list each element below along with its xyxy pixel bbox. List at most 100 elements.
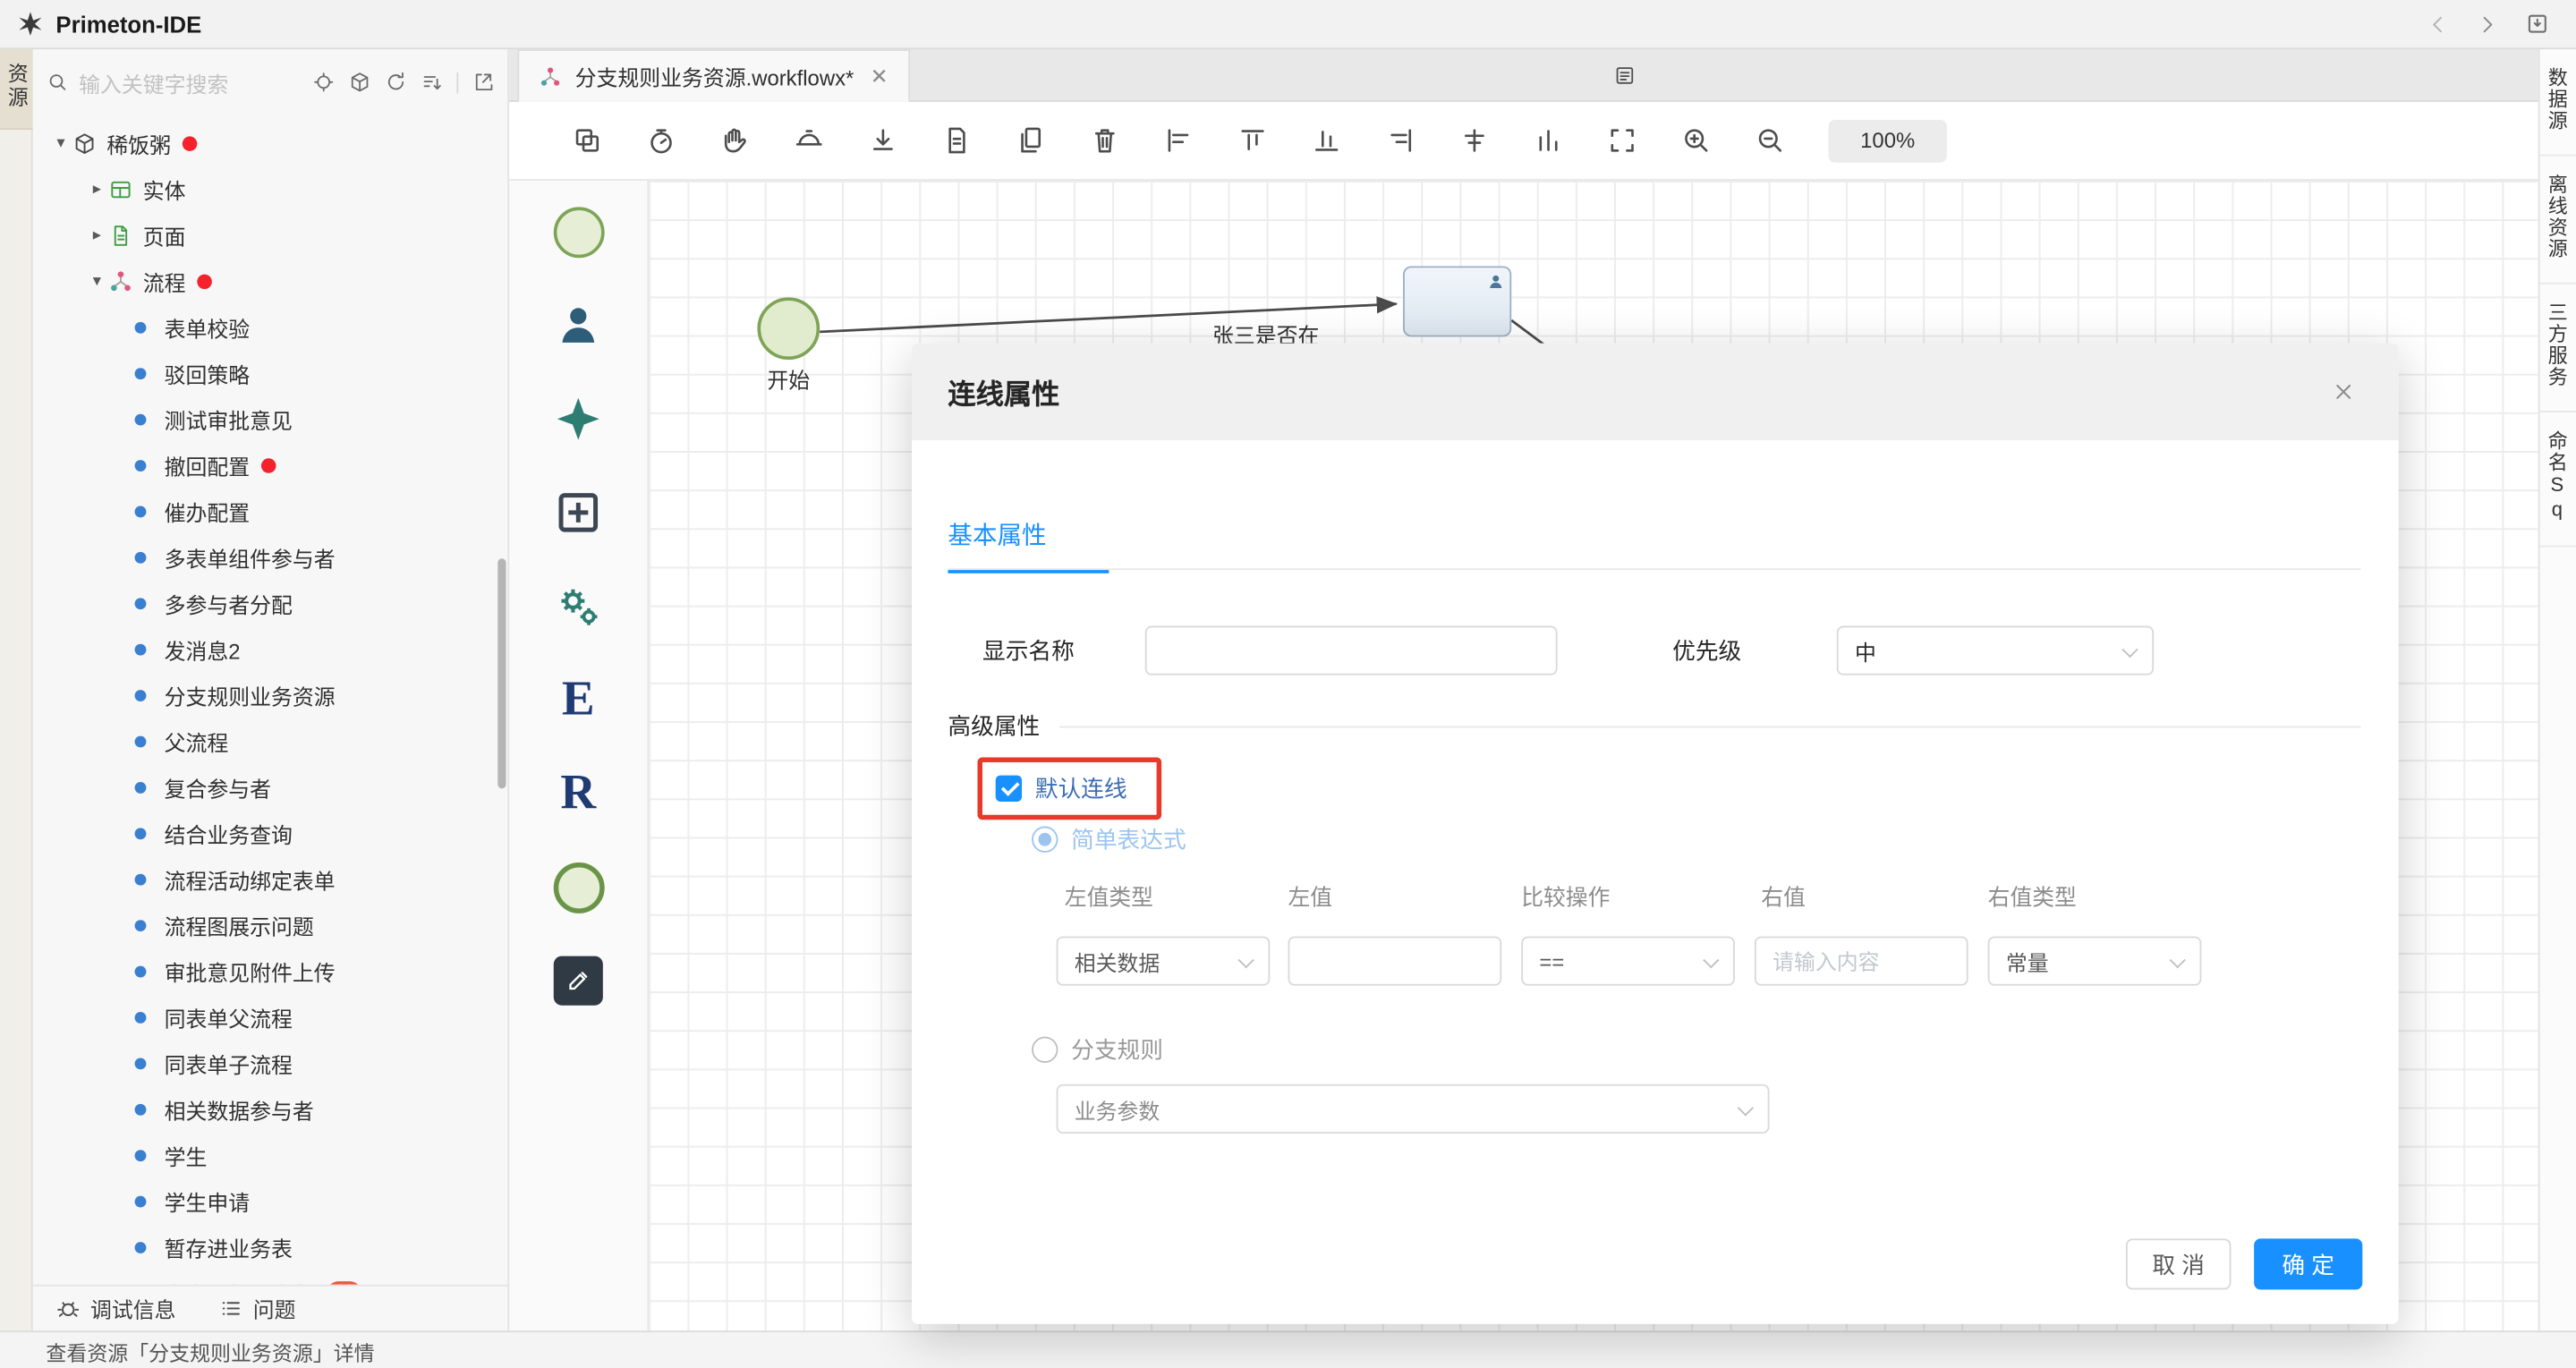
palette-end-event[interactable] (542, 851, 615, 923)
palette-e-activity[interactable]: E (542, 664, 615, 736)
tree-leaf-item[interactable]: 多表单组件参与者 (33, 534, 508, 580)
locate-icon[interactable] (312, 71, 336, 94)
export-icon[interactable] (472, 71, 495, 94)
debug-info-button[interactable]: 调试信息 (55, 1293, 175, 1324)
compare-op-select[interactable]: == (1521, 936, 1735, 986)
tab-title: 分支规则业务资源.workflowx* (574, 65, 854, 90)
palette-start-event[interactable] (542, 195, 615, 268)
caret-collapsed-icon[interactable]: ▸ (85, 225, 108, 243)
fit-screen-button[interactable] (1607, 125, 1638, 157)
caret-expanded-icon[interactable]: ▾ (49, 134, 72, 152)
palette-subprocess[interactable] (542, 476, 615, 548)
document-button[interactable] (941, 125, 973, 157)
modal-close-button[interactable] (2325, 373, 2362, 411)
resource-dot-icon (134, 551, 147, 563)
tree-leaf-item[interactable]: 父流程 (33, 718, 508, 763)
tab-list-button[interactable] (1613, 64, 1637, 88)
tab-workflow-file[interactable]: 分支规则业务资源.workflowx* ✕ (517, 49, 910, 102)
tree-node-entity[interactable]: ▸ 实体 (33, 166, 508, 211)
tree-leaf-item[interactable]: 结合业务查询 (33, 810, 508, 855)
tree-leaf-item[interactable]: 分支规则业务资源 (33, 672, 508, 718)
palette-service-task[interactable] (542, 570, 615, 642)
tab-basic-properties[interactable]: 基本属性 (948, 501, 1109, 574)
branch-rule-radio[interactable] (1032, 1036, 1058, 1063)
tab-close-icon[interactable]: ✕ (871, 64, 888, 89)
tree-leaf-item[interactable]: 表单校验 (33, 304, 508, 350)
tree-leaf-item[interactable]: 发消息2 (33, 626, 508, 672)
right-rail-tab[interactable]: 离线资源 (2539, 156, 2576, 285)
align-top-button[interactable] (1237, 125, 1269, 157)
caret-collapsed-icon[interactable]: ▸ (85, 180, 108, 198)
clone-button[interactable] (572, 125, 603, 157)
right-type-select[interactable]: 常量 (1987, 936, 2202, 986)
copy-button[interactable] (1016, 125, 1047, 157)
tree-leaf-item[interactable]: 同表单父流程 (33, 994, 508, 1040)
right-rail-tab[interactable]: 三方服务 (2539, 285, 2576, 412)
package-icon[interactable] (348, 71, 371, 94)
left-value-input[interactable] (1288, 936, 1502, 986)
tree-leaf-item[interactable]: 撤回配置 (33, 442, 508, 488)
palette-r-activity[interactable]: R (542, 757, 615, 829)
tree-leaf-item[interactable]: 审批意见附件上传 (33, 947, 508, 993)
tree-leaf-item[interactable]: 催办配置 (33, 488, 508, 533)
align-right-button[interactable] (1385, 125, 1416, 157)
nav-back-icon[interactable] (2427, 13, 2450, 36)
business-param-select[interactable]: 业务参数 (1056, 1083, 1770, 1134)
tree-leaf-item[interactable]: 复合参与者 (33, 764, 508, 810)
tree-leaf-item[interactable]: 多参与者分配 (33, 580, 508, 625)
tree-leaf-item[interactable]: 同表单子流程 (33, 1040, 508, 1085)
right-value-input[interactable] (1754, 936, 1968, 986)
tree-node-project[interactable]: ▾ 稀饭粥 (33, 120, 508, 166)
right-rail-tab[interactable]: 命名Sq (2539, 412, 2576, 548)
cancel-button[interactable]: 取 消 (2125, 1238, 2232, 1290)
display-name-input[interactable] (1144, 625, 1558, 676)
palette-gateway[interactable] (542, 383, 615, 455)
priority-select[interactable]: 中 (1836, 625, 2155, 676)
zoom-in-button[interactable] (1680, 125, 1712, 157)
tree-leaf-item[interactable]: 学生 (33, 1132, 508, 1177)
simple-expression-radio[interactable] (1032, 826, 1058, 853)
pan-hand-icon (724, 128, 746, 153)
ok-button[interactable]: 确 定 (2254, 1238, 2363, 1290)
default-line-checkbox[interactable] (995, 775, 1023, 803)
tree-leaf-item[interactable]: 流程活动绑定表单 (33, 856, 508, 902)
tree-node-page[interactable]: ▸ 页面 (33, 212, 508, 258)
tree-leaf-item[interactable]: 自定义拓展字段 66 (33, 1270, 508, 1285)
palette-annotation[interactable] (542, 945, 615, 1017)
tree-leaf-item[interactable]: 测试审批意见 (33, 396, 508, 442)
tree-leaf-item[interactable]: 驳回策略 (33, 350, 508, 395)
tree-leaf-item[interactable]: 相关数据参与者 (33, 1086, 508, 1132)
save-layout-icon[interactable] (2525, 12, 2550, 37)
bar-chart-button[interactable] (1533, 125, 1564, 157)
tree-node-process[interactable]: ▾ 流程 (33, 258, 508, 303)
download-button[interactable] (867, 125, 898, 157)
pan-button[interactable] (719, 125, 751, 157)
tree-leaf-item[interactable]: 学生申请 (33, 1177, 508, 1223)
search-input[interactable]: 输入关键字搜索 (79, 66, 228, 98)
stopwatch-button[interactable] (646, 125, 677, 157)
chevron-down-icon (2121, 642, 2138, 659)
problems-button[interactable]: 问题 (218, 1293, 296, 1324)
task-node[interactable] (1403, 266, 1512, 337)
align-center-button[interactable] (1458, 125, 1490, 157)
right-rail-tab[interactable]: 数据源 (2539, 49, 2576, 157)
left-type-select[interactable]: 相关数据 (1056, 936, 1271, 986)
align-bottom-button[interactable] (1311, 125, 1342, 157)
tree-leaf-item[interactable]: 暂存进业务表 (33, 1224, 508, 1270)
chevron-down-icon (1737, 1100, 1754, 1117)
rail-tab-resources[interactable]: 资源 (0, 49, 33, 131)
page-icon (114, 225, 128, 245)
sort-icon[interactable] (421, 71, 444, 94)
tree-leaf-item[interactable]: 流程图展示问题 (33, 902, 508, 947)
zoom-level[interactable]: 100% (1828, 119, 1947, 162)
caret-expanded-icon[interactable]: ▾ (85, 272, 108, 290)
align-left-button[interactable] (1163, 125, 1194, 157)
refresh-icon[interactable] (385, 71, 408, 94)
nav-forward-icon[interactable] (2476, 13, 2499, 36)
zoom-out-button[interactable] (1755, 125, 1786, 157)
delete-button[interactable] (1089, 125, 1120, 157)
sidebar-scrollbar[interactable] (497, 558, 506, 789)
palette-participant[interactable] (542, 289, 615, 361)
helmet-button[interactable] (794, 125, 825, 157)
start-event-node[interactable] (757, 297, 820, 361)
